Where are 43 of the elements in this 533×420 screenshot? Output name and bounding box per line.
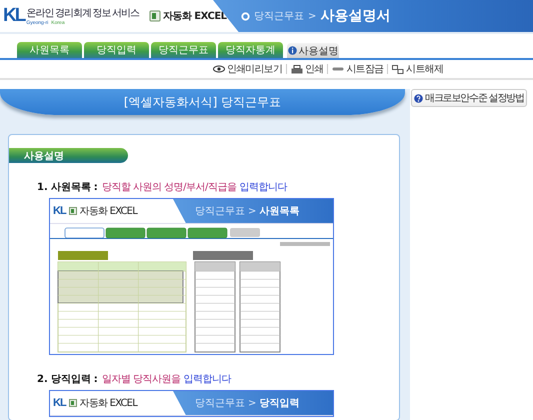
service-name: 온라인 경리회계 정보 서비스 (26, 7, 139, 19)
product-name: 자동화 EXCEL (162, 10, 227, 23)
spreadsheet-icon (148, 10, 161, 22)
info-icon (288, 46, 296, 55)
spreadsheet-icon (68, 207, 77, 215)
page-title: 사용설명서 (320, 7, 390, 25)
step-separator: : (94, 374, 98, 385)
step-number: 2. (37, 374, 48, 385)
product-name: 자동화 EXCEL (80, 205, 137, 218)
toolbar-button[interactable]: 시트잠금 (332, 62, 384, 76)
toolbar-button[interactable]: 시트해제 (392, 62, 443, 76)
page-title: 당직입력 (259, 397, 300, 410)
tab[interactable]: 사용설명 (287, 43, 339, 58)
ring-icon (241, 12, 250, 20)
breadcrumb-text: 당직근무표 (195, 397, 245, 410)
toolbar-button[interactable]: 인쇄미리보기 (212, 62, 282, 76)
step-description: 일자별 당직사원을 (102, 373, 180, 386)
logo-mark: KL (3, 5, 24, 27)
breadcrumb-separator: > (248, 206, 256, 216)
page-title: 사원목록 (259, 205, 300, 218)
logo-mark: KL (53, 397, 66, 409)
step-description: 입력합니다 (183, 373, 231, 386)
step-title: 사원목록 (50, 181, 91, 194)
step-number: 1. (37, 182, 48, 193)
breadcrumb-separator: > (248, 398, 256, 408)
product-name: 자동화 EXCEL (80, 397, 137, 410)
sheets-icon (392, 64, 404, 74)
step-description: 당직할 사원의 성명/부서/직급을 (102, 181, 236, 194)
question-icon (414, 94, 423, 102)
logo-mark: KL (53, 205, 66, 217)
bar-icon (332, 64, 344, 74)
section-heading: 사용설명 (9, 148, 128, 163)
breadcrumb-separator: > (308, 10, 316, 22)
spreadsheet-icon (68, 399, 77, 407)
toolbar-button[interactable]: 인쇄 (290, 62, 324, 76)
printer-icon (290, 64, 303, 74)
step-title: 당직입력 (50, 373, 91, 386)
banner-title: [엑셀자동화서식] 당직근무표 (124, 94, 282, 110)
eye-icon (212, 64, 225, 74)
step-description: 입력합니다 (239, 181, 287, 194)
help-button[interactable]: 매크로보안수준 설정방법 (411, 89, 527, 107)
breadcrumb-text: 당직근무표 (195, 205, 245, 218)
step-separator: : (94, 182, 98, 193)
